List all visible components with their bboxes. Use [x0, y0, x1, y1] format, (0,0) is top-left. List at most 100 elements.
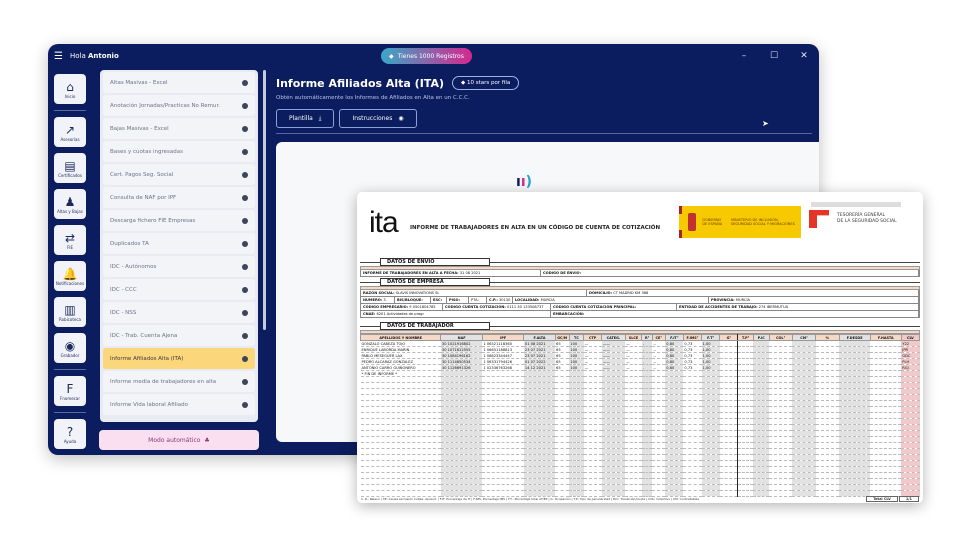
fecha-value: 31 08 2021	[459, 271, 481, 275]
rail-item-altas-y-bajas[interactable]: ♟ Altas y Bajas	[54, 189, 86, 219]
fnmt-icon: F	[66, 381, 74, 396]
records-badge-label: Tienes 1000 Registros	[397, 52, 464, 60]
razon-value: SLAVIS INNOVATIONS SL	[395, 291, 440, 295]
instructions-button[interactable]: Instrucciones ◉	[339, 109, 417, 128]
chevron-right-icon	[242, 171, 248, 178]
chevron-right-icon	[242, 79, 248, 86]
list-item-label: IDC - Autónomos	[110, 263, 157, 270]
pta-label: PTA:	[471, 298, 479, 302]
record-icon: ◉	[64, 338, 76, 353]
codemp-value: 9 0501804785	[409, 305, 436, 309]
list-item[interactable]: Consulta de NAF por IPF	[103, 187, 255, 208]
list-item[interactable]: Informe Vida laboral Afiliado	[103, 394, 255, 415]
maximize-button[interactable]: ☐	[759, 51, 789, 61]
list-item[interactable]: Bases y cuotas ingresadas	[103, 141, 255, 162]
nav-rail: ⌂ Inicio ↗ Asesorías ▤ Certificados ♟ Altas y B…	[52, 74, 88, 455]
chevron-right-icon	[242, 102, 248, 109]
entidad-value: 274 IBERMUTUA	[758, 305, 789, 309]
table-cell	[440, 490, 483, 497]
domicilio-label: DOMICILIO:	[589, 291, 613, 295]
empresa-section: DATOS DE EMPRESA RAZÓN SOCIAL: SLAVIS IN…	[360, 278, 920, 318]
stars-badge: ◆ 10 stars por fila	[452, 76, 520, 90]
list-item-label: Informe Vida laboral Afiliado	[110, 401, 189, 408]
embarcacion-label: EMBARCACIÓN:	[553, 312, 585, 316]
rail-item-ayuda[interactable]: ? Ayuda	[54, 419, 86, 449]
entidad-label: ENTIDAD DE ACCIDENTES DE TRABAJO:	[679, 305, 758, 309]
legend-note: 1. R.: Relevo | CE: Causa exclusión Coti…	[361, 497, 699, 501]
ccc-value: 0111 30 133508737	[507, 305, 544, 309]
list-item[interactable]: Bajas Masivas - Excel	[103, 118, 255, 139]
list-item[interactable]: Duplicados TA	[103, 233, 255, 254]
report-title: INFORME DE TRABAJADORES EN ALTA EN UN CÓ…	[410, 225, 661, 231]
tgss-line1: TESORERÍA GENERAL	[837, 213, 885, 218]
menu-icon[interactable]: ☰	[54, 51, 64, 62]
cp-value: 30130	[498, 298, 511, 302]
list-item[interactable]: Informe Afiliados Alta (ITA)	[103, 348, 255, 369]
user-name: Antonio	[88, 52, 119, 60]
cnae-label: CNAE:	[363, 312, 376, 316]
list-item[interactable]: IDC - Trab. Cuenta Ajena	[103, 325, 255, 346]
download-icon: ⤓	[318, 114, 322, 122]
close-button[interactable]: ✕	[789, 51, 819, 61]
page-number: 1/1	[898, 496, 919, 502]
rail-divider	[54, 369, 86, 370]
list-scrollbar[interactable]	[263, 70, 266, 330]
template-label: Plantilla	[289, 115, 313, 122]
list-item-label: Informe media de trabajadores en alta	[110, 378, 217, 385]
greeting: Hola Antonio	[70, 52, 119, 60]
table-cell	[753, 490, 770, 497]
fecha-label: INFORME DE TRABAJADORES EN ALTA A FECHA:	[363, 271, 459, 275]
rail-item-label: Altas y Bajas	[57, 208, 83, 214]
template-button[interactable]: Plantilla ⤓	[276, 109, 335, 128]
list-item-label: Bases y cuotas ingresadas	[110, 148, 184, 155]
ita-logo: ita	[369, 206, 399, 239]
title-bar: ☰ Hola Antonio ◆ Tienes 1000 Registros – …	[48, 44, 819, 68]
list-item-label: Descarga fichero FIE Empresas	[110, 217, 196, 224]
list-item[interactable]: Informe media de trabajadores en alta	[103, 371, 255, 392]
chevron-right-icon	[242, 217, 248, 224]
records-badge[interactable]: ◆ Tienes 1000 Registros	[381, 48, 472, 64]
list-item[interactable]: Altas Masivas - Excel	[103, 72, 255, 93]
process-list: Altas Masivas - Excel Anotación Jornadas/…	[100, 70, 258, 422]
page-title: Informe Afiliados Alta (ITA)	[276, 76, 444, 90]
chevron-right-icon	[242, 286, 248, 293]
rail-item-asesorías[interactable]: ↗ Asesorías	[54, 117, 86, 147]
chevron-right-icon	[242, 125, 248, 132]
table-cell	[360, 490, 441, 497]
table-cell	[482, 490, 524, 497]
robot-icon: ♣	[204, 436, 210, 444]
rail-item-fie[interactable]: ⇄ FIE	[54, 225, 86, 255]
list-item[interactable]: Anotación Jornadas/Practicas No Remur.	[103, 95, 255, 116]
table-cell	[569, 490, 584, 497]
instructions-label: Instrucciones	[352, 115, 393, 122]
minimize-button[interactable]: –	[729, 51, 759, 61]
rail-item-notificaciones[interactable]: 🔔 Notificaciones	[54, 261, 86, 291]
chevron-right-icon	[242, 355, 248, 362]
domicilio-value: CT MADRID KM 388	[613, 291, 649, 295]
codemp-label: CÓDIGO EMPRESARIO:	[363, 305, 409, 309]
list-item[interactable]: Descarga fichero FIE Empresas	[103, 210, 255, 231]
workers-table: APELLIDOS Y NOMBRE NAF IPF F.ALTA GC/M TC CTP C…	[359, 334, 921, 497]
list-item[interactable]: IDC - NSS	[103, 302, 255, 323]
total-clv-label: Total CLV	[866, 496, 898, 502]
rail-item-inicio[interactable]: ⌂ Inicio	[54, 74, 86, 104]
list-item[interactable]: Cert. Pagos Seg. Social	[103, 164, 255, 185]
rail-item-robicoteca[interactable]: ▥ Robicoteca	[54, 297, 86, 327]
list-item[interactable]: IDC - Autónomos	[103, 256, 255, 277]
rail-item-label: Fnomecar	[60, 395, 80, 401]
rail-item-label: Asesorías	[60, 136, 80, 142]
ccc-label: CÓDIGO CUENTA COTIZACIÓN:	[445, 305, 506, 309]
auto-mode-button[interactable]: Modo automático ♣	[99, 430, 259, 450]
rail-item-fnomecar[interactable]: F Fnomecar	[54, 376, 86, 406]
chevron-right-icon	[242, 378, 248, 385]
rail-item-label: Ayuda	[63, 438, 77, 444]
rail-item-grabador[interactable]: ◉ Grabador	[54, 333, 86, 363]
rail-item-certificados[interactable]: ▤ Certificados	[54, 153, 86, 183]
list-item-label: Duplicados TA	[110, 240, 149, 247]
rail-divider	[54, 110, 86, 111]
list-item[interactable]: IDC - CCC	[103, 279, 255, 300]
rail-item-label: Inicio	[64, 93, 76, 99]
table-cell	[769, 490, 793, 497]
table-cell	[701, 490, 720, 497]
chevron-right-icon	[242, 332, 248, 339]
